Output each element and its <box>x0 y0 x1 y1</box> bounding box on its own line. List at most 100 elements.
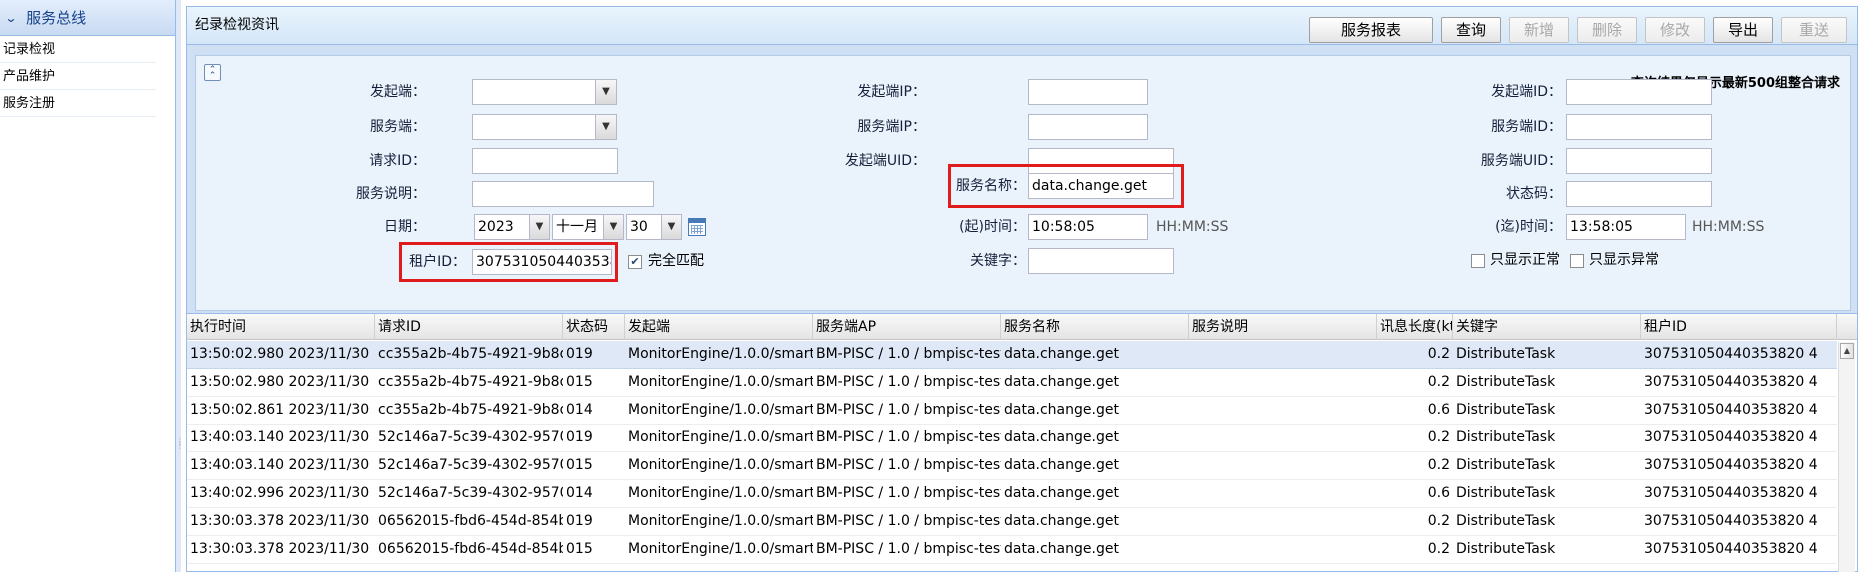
cell-server-ap: BM-PISC / 1.0 / bmpisc-test.a <box>816 373 1001 390</box>
table-row[interactable]: 13:50:02.980 2023/11/30 cc355a2b-4b75-492… <box>187 369 1837 397</box>
service-report-button[interactable]: 服务报表 <box>1309 17 1433 43</box>
chevron-down-icon[interactable]: ▼ <box>661 214 682 240</box>
sidebar-item-service-registration[interactable]: 服务注册 <box>0 90 156 117</box>
sidebar-item-record-view[interactable]: 记录检视 <box>0 36 156 63</box>
status-code-label: 状态码： <box>1506 186 1562 202</box>
server-uid-input[interactable] <box>1566 148 1712 174</box>
cell-request-id: 06562015-fbd6-454d-854b-89 <box>378 512 563 529</box>
table-row[interactable]: 13:40:03.140 2023/11/30 52c146a7-5c39-430… <box>187 424 1837 453</box>
keyword-input[interactable] <box>1028 248 1174 274</box>
splitter-grip-icon[interactable]: ⋮ ⋮ <box>176 438 184 460</box>
server-select-field[interactable] <box>472 114 596 140</box>
cell-service-desc <box>1189 341 1377 368</box>
cell-exec-time: 13:40:03.140 2023/11/30 <box>190 457 370 474</box>
column-header-keyword[interactable]: 关键字 <box>1453 314 1641 340</box>
cell-status-code: 019 <box>566 512 593 529</box>
table-row[interactable]: 13:30:03.378 2023/11/30 06562015-fbd6-454… <box>187 508 1837 536</box>
table-row[interactable]: 13:30:03.378 2023/11/30 06562015-fbd6-454… <box>187 536 1837 564</box>
server-ip-input[interactable] <box>1028 114 1148 140</box>
month-select[interactable]: 十一月 ▼ <box>552 214 624 240</box>
column-header-service-desc[interactable]: 服务说明 <box>1189 314 1377 340</box>
only-normal-checkbox[interactable] <box>1471 254 1485 268</box>
resend-button[interactable]: 重送 <box>1781 17 1847 43</box>
cell-msg-length: 0.6 <box>1427 485 1450 501</box>
year-select[interactable]: 2023 ▼ <box>474 214 550 240</box>
grid-scrollbar[interactable]: ▲ <box>1838 342 1855 572</box>
cell-service-desc <box>1189 480 1377 507</box>
start-time-input[interactable]: 10:58:05 <box>1028 214 1148 240</box>
cell-tenant-id: 307531050440353820 4 <box>1644 457 1818 474</box>
request-id-label: 请求ID： <box>369 153 426 169</box>
column-header-initiator[interactable]: 发起端 <box>625 314 813 340</box>
only-abnormal-checkbox[interactable] <box>1570 254 1584 268</box>
table-row[interactable]: 13:50:02.980 2023/11/30 cc355a2b-4b75-492… <box>187 341 1837 369</box>
column-header-tenant-id[interactable]: 租户ID <box>1641 314 1837 340</box>
cell-keyword: DistributeTask <box>1456 373 1556 390</box>
request-id-input[interactable] <box>472 148 618 174</box>
calendar-icon[interactable] <box>688 218 706 236</box>
cell-keyword: DistributeTask <box>1456 540 1556 557</box>
date-label: 日期： <box>384 219 426 235</box>
export-button[interactable]: 导出 <box>1713 17 1773 43</box>
add-button[interactable]: 新增 <box>1509 17 1569 43</box>
sidebar-item-product-maintenance[interactable]: 产品维护 <box>0 63 156 90</box>
cell-keyword: DistributeTask <box>1456 485 1556 501</box>
cell-service-name: data.change.get <box>1004 512 1119 529</box>
column-header-request-id[interactable]: 请求ID <box>375 314 563 340</box>
initiator-id-label: 发起端ID： <box>1491 84 1562 100</box>
end-time-format-hint: HH:MM:SS <box>1692 219 1765 235</box>
initiator-select[interactable]: ▼ <box>472 79 618 105</box>
status-code-input[interactable] <box>1566 181 1712 207</box>
table-row[interactable]: 13:40:03.140 2023/11/30 52c146a7-5c39-430… <box>187 452 1837 481</box>
cell-keyword: DistributeTask <box>1456 512 1556 529</box>
main-panel: 纪录检视资讯 服务报表 查询 新增 删除 修改 导出 重送 ⌃ ⌃ 查询结果仅显示… <box>186 6 1858 572</box>
cell-status-code: 014 <box>566 401 593 418</box>
results-grid: 执行时间 请求ID 状态码 发起端 服务端AP 服务名称 服务说明 讯息长度(k… <box>187 313 1857 572</box>
panel-title: 纪录检视资讯 <box>195 17 279 33</box>
chevron-down-icon[interactable]: ▼ <box>595 114 617 140</box>
column-header-status-code[interactable]: 状态码 <box>563 314 625 340</box>
chevron-down-icon[interactable]: ▼ <box>529 214 550 240</box>
cell-request-id: 52c146a7-5c39-4302-9570-bc <box>378 429 563 446</box>
server-ip-label: 服务端IP： <box>857 119 926 135</box>
modify-button[interactable]: 修改 <box>1645 17 1705 43</box>
column-header-server-ap[interactable]: 服务端AP <box>813 314 1001 340</box>
tenant-id-input[interactable]: 307531050440353820 <box>472 249 612 275</box>
initiator-id-input[interactable] <box>1566 79 1712 105</box>
sidebar-splitter[interactable]: ⋮ ⋮ <box>176 0 184 572</box>
day-select[interactable]: 30 ▼ <box>626 214 682 240</box>
sidebar-header[interactable]: ⌄ 服务总线 <box>0 0 175 36</box>
year-select-field[interactable]: 2023 <box>474 214 530 240</box>
column-header-exec-time[interactable]: 执行时间 <box>187 314 375 340</box>
initiator-ip-input[interactable] <box>1028 79 1148 105</box>
server-id-input[interactable] <box>1566 114 1712 140</box>
cell-keyword: DistributeTask <box>1456 346 1556 362</box>
table-row[interactable]: 13:40:02.996 2023/11/30 52c146a7-5c39-430… <box>187 480 1837 508</box>
query-button[interactable]: 查询 <box>1441 17 1501 43</box>
initiator-uid-label: 发起端UID： <box>844 153 926 169</box>
delete-button[interactable]: 删除 <box>1577 17 1637 43</box>
server-select[interactable]: ▼ <box>472 114 618 140</box>
month-select-field[interactable]: 十一月 <box>552 214 604 240</box>
cell-initiator: MonitorEngine/1.0.0/smartdat <box>628 346 813 362</box>
column-header-service-name[interactable]: 服务名称 <box>1001 314 1189 340</box>
cell-service-desc <box>1189 452 1377 479</box>
scroll-up-icon[interactable]: ▲ <box>1840 343 1854 359</box>
column-header-msg-length[interactable]: 讯息长度(kt <box>1377 314 1453 340</box>
exact-match-checkbox[interactable]: ✔ <box>628 255 642 269</box>
table-row[interactable]: 13:50:02.861 2023/11/30 cc355a2b-4b75-492… <box>187 397 1837 425</box>
filter-panel: ⌃ ⌃ 查询结果仅显示最新500组整合请求 发起端： ▼ 服务端： ▼ 请求ID：… <box>195 55 1851 311</box>
collapse-icon[interactable]: ⌃ ⌃ <box>204 64 221 81</box>
cell-server-ap: BM-PISC / 1.0 / bmpisc-test.a <box>816 485 1001 501</box>
initiator-select-field[interactable] <box>472 79 596 105</box>
day-select-field[interactable]: 30 <box>626 214 662 240</box>
service-desc-input[interactable] <box>472 181 654 207</box>
cell-service-name: data.change.get <box>1004 457 1119 474</box>
chevron-down-icon[interactable]: ▼ <box>603 214 624 240</box>
chevron-down-icon[interactable]: ⌄ <box>4 11 17 25</box>
cell-request-id: cc355a2b-4b75-4921-9b8d-f2 <box>378 401 563 418</box>
chevron-down-icon[interactable]: ▼ <box>595 79 617 105</box>
cell-service-desc <box>1189 369 1377 396</box>
service-name-input[interactable]: data.change.get <box>1028 173 1174 199</box>
end-time-input[interactable]: 13:58:05 <box>1566 214 1686 240</box>
